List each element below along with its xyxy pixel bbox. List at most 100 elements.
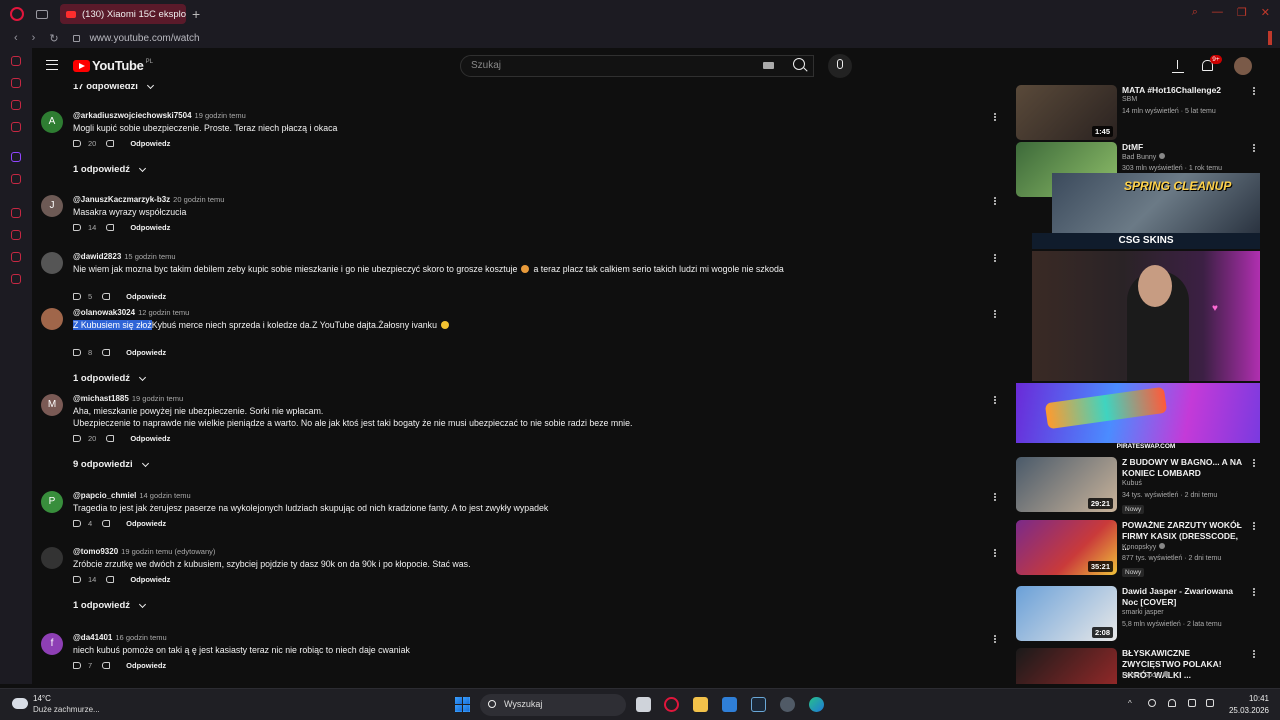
comment-author[interactable]: @arkadiuszwojciechowski7504 19 godzin tem… [73, 111, 246, 120]
microphone-tray-icon[interactable] [1168, 699, 1176, 707]
account-avatar[interactable] [1234, 57, 1252, 75]
thumbs-down-icon[interactable] [102, 349, 111, 356]
more-actions-icon[interactable] [1253, 588, 1255, 590]
more-actions-icon[interactable] [1253, 87, 1255, 89]
url-field[interactable]: www.youtube.com/watch [90, 33, 200, 44]
author-handle[interactable]: @arkadiuszwojciechowski7504 [73, 111, 192, 120]
thumbs-down-icon[interactable] [106, 224, 115, 231]
thumbs-down-icon[interactable] [102, 662, 111, 669]
more-actions-icon[interactable] [994, 254, 996, 256]
sidebar-player-icon[interactable] [11, 174, 21, 184]
reply-button[interactable]: Odpowiedz [126, 348, 166, 357]
thumbs-down-icon[interactable] [102, 293, 111, 300]
replies-toggle[interactable]: 1 odpowiedź [73, 164, 147, 175]
more-actions-icon[interactable] [994, 310, 996, 312]
more-actions-icon[interactable] [1253, 650, 1255, 652]
commenter-avatar[interactable] [41, 252, 63, 274]
thumbs-down-icon[interactable] [106, 140, 115, 147]
reply-button[interactable]: Odpowiedz [130, 139, 170, 148]
new-tab-button[interactable]: + [192, 6, 200, 22]
opera-logo-icon[interactable] [10, 7, 24, 21]
close-button[interactable]: ✕ [1261, 6, 1270, 19]
replies-toggle[interactable]: 1 odpowiedź [73, 373, 147, 384]
reply-button[interactable]: Odpowiedz [130, 434, 170, 443]
clock-date[interactable]: 25.03.2026 [1221, 706, 1269, 715]
cloud-icon[interactable] [12, 698, 28, 709]
sidebar-video-icon[interactable] [11, 208, 21, 218]
volume-icon[interactable] [1206, 699, 1214, 707]
sidebar-whatsapp-icon[interactable] [11, 100, 21, 110]
thumbs-down-icon[interactable] [106, 435, 115, 442]
commenter-avatar[interactable]: A [41, 111, 63, 133]
video-thumbnail[interactable]: 29:21 [1016, 457, 1117, 512]
author-handle[interactable]: @michast1885 [73, 394, 129, 403]
comment-time[interactable]: 19 godzin temu [132, 394, 183, 403]
video-title[interactable]: DtMF [1122, 142, 1247, 153]
task-view-icon[interactable] [636, 697, 651, 712]
clock-time[interactable]: 10:41 [1221, 694, 1269, 703]
video-thumbnail[interactable]: 35:21 [1016, 520, 1117, 575]
comment-time[interactable]: 12 godzin temu [138, 308, 189, 317]
comment-time[interactable]: 19 godzin temu (edytowany) [121, 547, 215, 556]
opera-taskbar-icon[interactable] [664, 697, 679, 712]
video-thumbnail[interactable]: 1:45 [1016, 85, 1117, 140]
comment-author[interactable]: @michast1885 19 godzin temu [73, 394, 183, 403]
reply-button[interactable]: Odpowiedz [126, 519, 166, 528]
commenter-avatar[interactable] [41, 547, 63, 569]
forward-icon[interactable]: › [32, 32, 36, 44]
video-title[interactable]: MATA #Hot16Challenge2 [1122, 85, 1247, 96]
sidebar-messenger-icon[interactable] [11, 78, 21, 88]
chevron-up-icon[interactable]: ^ [1128, 699, 1136, 708]
comment-time[interactable]: 20 godzin temu [173, 195, 224, 204]
file-explorer-icon[interactable] [693, 697, 708, 712]
maximize-button[interactable]: ❐ [1237, 6, 1247, 19]
thumbs-up-icon[interactable] [73, 520, 81, 527]
comment-author[interactable]: @JanuszKaczmarzyk-b3z 20 godzin temu [73, 195, 224, 204]
comment-time[interactable]: 19 godzin temu [195, 111, 246, 120]
author-handle[interactable]: @JanuszKaczmarzyk-b3z [73, 195, 170, 204]
settings-gear-icon[interactable] [780, 697, 795, 712]
minimize-button[interactable]: — [1212, 6, 1223, 19]
video-thumbnail[interactable]: 2:08 [1016, 586, 1117, 641]
thumbs-up-icon[interactable] [73, 349, 81, 356]
reply-button[interactable]: Odpowiedz [126, 292, 166, 301]
more-actions-icon[interactable] [994, 197, 996, 199]
more-actions-icon[interactable] [1253, 144, 1255, 146]
commenter-avatar[interactable]: M [41, 394, 63, 416]
channel-name[interactable]: Kubuś [1122, 480, 1142, 487]
lock-icon[interactable] [72, 34, 80, 42]
sidebar-history-icon[interactable] [11, 230, 21, 240]
edge-icon[interactable] [809, 697, 824, 712]
comment-time[interactable]: 15 godzin temu [124, 252, 175, 261]
sidebar-settings-icon[interactable] [11, 274, 21, 284]
comment-time[interactable]: 14 godzin temu [139, 491, 190, 500]
reply-button[interactable]: Odpowiedz [130, 223, 170, 232]
channel-label[interactable]: Bad Bunny [1122, 154, 1156, 161]
more-actions-icon[interactable] [994, 396, 996, 398]
author-handle[interactable]: @papcio_chmiel [73, 491, 136, 500]
author-handle[interactable]: @tomo9320 [73, 547, 118, 556]
replies-toggle[interactable]: 1 odpowiedź [73, 600, 147, 611]
keyboard-icon[interactable] [763, 62, 774, 69]
video-title[interactable]: Z BUDOWY W BAGNO... A NA KONIEC LOMBARD [1122, 457, 1247, 479]
channel-label[interactable]: Konopskyy [1122, 544, 1156, 551]
replies-toggle[interactable]: 9 odpowiedzi [73, 459, 149, 470]
channel-name[interactable]: SBM [1122, 96, 1137, 103]
more-actions-icon[interactable] [994, 493, 996, 495]
author-handle[interactable]: @da41401 [73, 633, 112, 642]
video-title[interactable]: Dawid Jasper - Zwariowana Noc [COVER] [1122, 586, 1247, 608]
commenter-avatar[interactable]: P [41, 491, 63, 513]
tab-overview-icon[interactable] [36, 9, 48, 19]
mic-icon[interactable] [837, 59, 843, 69]
easy-setup-icon[interactable] [1268, 31, 1272, 45]
thumbs-up-icon[interactable] [73, 576, 81, 583]
comment-time[interactable]: 16 godzin temu [115, 633, 166, 642]
channel-name[interactable]: smarki jasper [1122, 609, 1164, 616]
search-icon[interactable] [793, 58, 805, 70]
channel-name[interactable]: Konopskyy [1122, 543, 1166, 551]
reload-icon[interactable]: ↻ [49, 32, 58, 45]
more-actions-icon[interactable] [994, 635, 996, 637]
steam-icon[interactable] [751, 697, 766, 712]
commenter-avatar[interactable] [41, 308, 63, 330]
reply-button[interactable]: Odpowiedz [126, 661, 166, 670]
